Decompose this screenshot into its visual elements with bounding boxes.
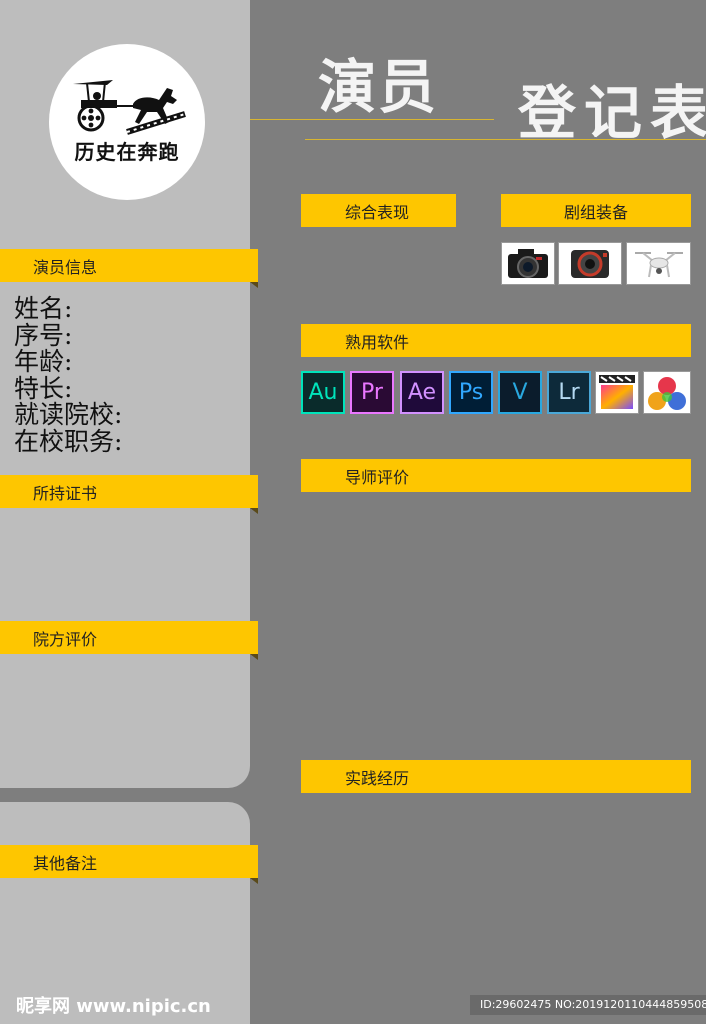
info-fields: 姓名: 序号: 年龄: 特长: 就读院校: 在校职务: [14,294,123,456]
section-overall-label: 综合表现 [345,202,410,222]
title-part2: 登记表 [518,79,706,147]
photoshop-icon-label: Ps [458,380,484,405]
watermark-brand: 昵享网 www.nipic.cn [16,996,211,1017]
dslr-camera-icon [501,242,555,285]
audition-icon: Au [301,371,345,414]
section-certificates-label: 所持证书 [33,483,98,503]
section-mentor-review-label: 导师评价 [345,467,410,487]
audition-icon-label: Au [308,380,338,405]
field-age: 年龄: [14,347,73,376]
left-panel-bottom [0,802,250,1024]
field-number: 序号: [14,320,73,350]
after-effects-icon: Ae [400,371,444,414]
section-other-notes-label: 其他备注 [33,853,98,873]
premiere-icon: Pr [350,371,394,414]
section-software: 熟用软件 [301,324,691,357]
section-school-review: 院方评价 [0,621,258,660]
drone-icon [626,242,691,285]
field-position: 在校职务: [14,426,123,456]
section-equipment: 剧组装备 [501,194,691,227]
section-mentor-review: 导师评价 [301,459,691,492]
logo: 历史在奔跑 [49,44,205,200]
vegas-icon-label: V [512,380,528,405]
lightroom-icon-label: Lr [558,380,580,405]
section-practice: 实践经历 [301,760,691,793]
davinci-resolve-icon [643,371,691,414]
section-overall: 综合表现 [301,194,456,227]
final-cut-pro-icon [595,371,639,414]
section-practice-label: 实践经历 [345,768,410,788]
field-specialty: 特长: [14,373,73,403]
title-part1: 演员 [318,53,439,121]
after-effects-icon-label: Ae [407,380,437,405]
section-certificates: 所持证书 [0,475,258,514]
field-school: 就读院校: [14,400,123,429]
section-actor-info-label: 演员信息 [33,257,98,277]
section-equipment-label: 剧组装备 [563,202,628,222]
title-underline-left [250,119,494,120]
premiere-icon-label: Pr [361,380,383,405]
cinema-camera-icon [558,242,622,285]
lightroom-icon: Lr [547,371,591,414]
section-other-notes: 其他备注 [0,845,258,884]
section-software-label: 熟用软件 [345,332,410,352]
horse-carriage-icon [73,80,186,135]
field-name: 姓名: [14,294,73,323]
photoshop-icon: Ps [449,371,493,414]
watermark-id: ID:29602475 NO:20191201104448595085 [470,995,706,1015]
section-actor-info: 演员信息 [0,249,258,288]
vegas-icon: V [498,371,542,414]
title-underline-right [305,139,706,140]
logo-text: 历史在奔跑 [74,140,180,164]
section-school-review-label: 院方评价 [33,629,98,649]
